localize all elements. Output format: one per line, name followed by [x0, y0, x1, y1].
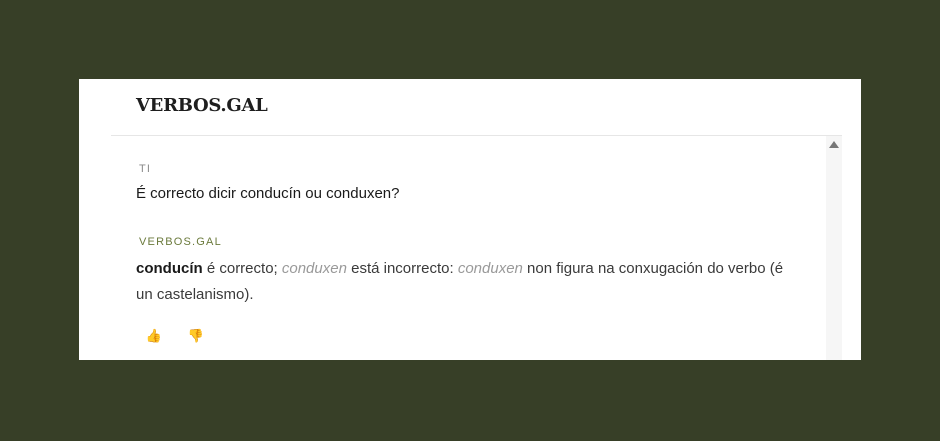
vertical-scrollbar[interactable]: [826, 136, 842, 360]
card-header: VERBOS.GAL: [111, 79, 842, 136]
answer-correct-form: conducín: [136, 260, 203, 277]
conversation-area: TI É correcto dicir conducín ou conduxen…: [111, 136, 826, 360]
bot-sender-label: VERBOS.GAL: [139, 236, 222, 248]
thumbs-down-icon[interactable]: 👎: [186, 326, 206, 346]
brand-title: VERBOS.GAL: [136, 95, 268, 116]
user-question: É correcto dicir conducín ou conduxen?: [136, 185, 400, 202]
answer-text: está incorrecto:: [346, 260, 458, 277]
bot-answer: conducín é correcto; conduxen está incor…: [136, 256, 796, 308]
user-sender-label: TI: [139, 163, 152, 175]
chat-card: VERBOS.GAL TI É correcto dicir conducín …: [79, 79, 861, 360]
answer-text: é correcto;: [202, 260, 282, 277]
scroll-up-arrow-icon[interactable]: [829, 141, 839, 148]
answer-incorrect-form: conduxen: [281, 260, 347, 277]
answer-incorrect-form: conduxen: [457, 260, 523, 277]
thumbs-up-icon[interactable]: 👍: [144, 326, 164, 346]
